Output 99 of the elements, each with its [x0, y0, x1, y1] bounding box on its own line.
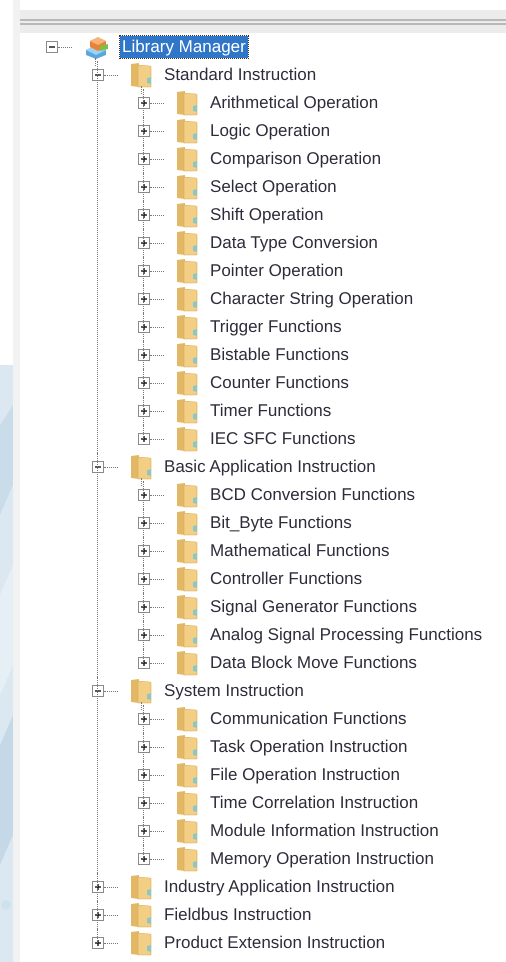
tree-item[interactable]: Data Block Move Functions: [208, 652, 419, 674]
tree-item[interactable]: Industry Application Instruction: [162, 876, 397, 898]
expand-icon[interactable]: [138, 741, 150, 753]
expand-icon[interactable]: [138, 209, 150, 221]
folder-icon: [176, 510, 198, 536]
folder-icon: [176, 174, 198, 200]
folder-icon: [176, 482, 198, 508]
collapse-icon[interactable]: [92, 685, 104, 697]
expand-icon[interactable]: [138, 433, 150, 445]
tree-item[interactable]: Communication Functions: [208, 708, 409, 730]
tree-item[interactable]: Data Type Conversion: [208, 232, 380, 254]
tree-item[interactable]: Module Information Instruction: [208, 820, 441, 842]
expand-icon[interactable]: [138, 97, 150, 109]
blocks-icon: [84, 34, 110, 60]
folder-icon: [176, 90, 198, 116]
expand-icon[interactable]: [138, 573, 150, 585]
collapse-icon[interactable]: [92, 461, 104, 473]
folder-icon: [176, 398, 198, 424]
tree-item[interactable]: Task Operation Instruction: [208, 736, 410, 758]
folder-icon: [130, 454, 152, 480]
folder-icon: [176, 790, 198, 816]
tree-item[interactable]: Signal Generator Functions: [208, 596, 419, 618]
folder-icon: [176, 846, 198, 872]
tree-item[interactable]: BCD Conversion Functions: [208, 484, 418, 506]
folder-icon: [130, 62, 152, 88]
tree-item[interactable]: Counter Functions: [208, 372, 351, 394]
tree-item[interactable]: Standard Instruction: [162, 64, 318, 86]
expand-icon[interactable]: [138, 125, 150, 137]
expand-icon[interactable]: [138, 349, 150, 361]
tree-item[interactable]: Time Correlation Instruction: [208, 792, 420, 814]
collapse-icon[interactable]: [46, 41, 58, 53]
folder-icon: [176, 650, 198, 676]
tree-item[interactable]: Logic Operation: [208, 120, 332, 142]
tree-item[interactable]: Timer Functions: [208, 400, 334, 422]
tree-item[interactable]: IEC SFC Functions: [208, 428, 358, 450]
expand-icon[interactable]: [138, 377, 150, 389]
tree-item[interactable]: Fieldbus Instruction: [162, 904, 314, 926]
expand-icon[interactable]: [138, 517, 150, 529]
expand-icon[interactable]: [92, 881, 104, 893]
folder-icon: [130, 874, 152, 900]
tree-item[interactable]: Shift Operation: [208, 204, 326, 226]
expand-icon[interactable]: [138, 769, 150, 781]
folder-icon: [176, 370, 198, 396]
tree-item[interactable]: Comparison Operation: [208, 148, 384, 170]
expand-icon[interactable]: [92, 909, 104, 921]
folder-icon: [176, 622, 198, 648]
expand-icon[interactable]: [138, 713, 150, 725]
expand-icon[interactable]: [138, 489, 150, 501]
tree-item[interactable]: Bistable Functions: [208, 344, 351, 366]
folder-icon: [176, 594, 198, 620]
tree-item[interactable]: Pointer Operation: [208, 260, 346, 282]
tree-item[interactable]: File Operation Instruction: [208, 764, 402, 786]
expand-icon[interactable]: [92, 937, 104, 949]
folder-icon: [176, 258, 198, 284]
folder-icon: [130, 902, 152, 928]
expand-icon[interactable]: [138, 657, 150, 669]
tree-item[interactable]: Library Manager: [120, 36, 248, 58]
tree-item[interactable]: Character String Operation: [208, 288, 416, 310]
expand-icon[interactable]: [138, 797, 150, 809]
folder-icon: [176, 342, 198, 368]
tree-item[interactable]: Controller Functions: [208, 568, 364, 590]
folder-icon: [176, 286, 198, 312]
expand-icon[interactable]: [138, 405, 150, 417]
expand-icon[interactable]: [138, 853, 150, 865]
expand-icon[interactable]: [138, 545, 150, 557]
tree-item[interactable]: Product Extension Instruction: [162, 932, 388, 954]
tree-item[interactable]: Analog Signal Processing Functions: [208, 624, 484, 646]
expand-icon[interactable]: [138, 629, 150, 641]
folder-icon: [130, 930, 152, 956]
collapse-icon[interactable]: [92, 69, 104, 81]
folder-icon: [176, 146, 198, 172]
expand-icon[interactable]: [138, 153, 150, 165]
tree-item[interactable]: System Instruction: [162, 680, 306, 702]
tree-item[interactable]: Bit_Byte Functions: [208, 512, 354, 534]
folder-icon: [176, 426, 198, 452]
tree-item[interactable]: Arithmetical Operation: [208, 92, 380, 114]
folder-icon: [130, 678, 152, 704]
folder-icon: [176, 734, 198, 760]
folder-icon: [176, 706, 198, 732]
folder-icon: [176, 314, 198, 340]
folder-icon: [176, 230, 198, 256]
tree-item[interactable]: Memory Operation Instruction: [208, 848, 436, 870]
expand-icon[interactable]: [138, 181, 150, 193]
tree-item[interactable]: Basic Application Instruction: [162, 456, 378, 478]
folder-icon: [176, 202, 198, 228]
tree-item[interactable]: Trigger Functions: [208, 316, 344, 338]
expand-icon[interactable]: [138, 293, 150, 305]
folder-icon: [176, 118, 198, 144]
expand-icon[interactable]: [138, 601, 150, 613]
folder-icon: [176, 566, 198, 592]
folder-icon: [176, 538, 198, 564]
folder-icon: [176, 818, 198, 844]
expand-icon[interactable]: [138, 237, 150, 249]
tree-item[interactable]: Mathematical Functions: [208, 540, 392, 562]
tree-item[interactable]: Select Operation: [208, 176, 339, 198]
folder-icon: [176, 762, 198, 788]
expand-icon[interactable]: [138, 265, 150, 277]
expand-icon[interactable]: [138, 825, 150, 837]
expand-icon[interactable]: [138, 321, 150, 333]
